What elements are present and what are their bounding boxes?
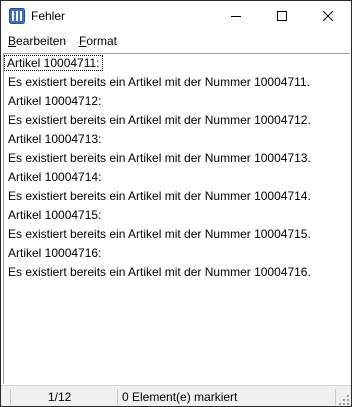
list-item[interactable]: Es existiert bereits ein Artikel mit der… bbox=[8, 265, 311, 279]
resize-grip-icon[interactable] bbox=[338, 394, 350, 406]
list-item[interactable]: Artikel 10004716: bbox=[8, 246, 101, 260]
menu-format-label: ormat bbox=[86, 34, 118, 48]
title-bar[interactable]: Fehler bbox=[1, 1, 351, 31]
list-item[interactable]: Artikel 10004714: bbox=[8, 170, 101, 184]
status-separator bbox=[117, 389, 118, 405]
status-selection: 0 Element(e) markiert bbox=[122, 390, 238, 404]
status-separator bbox=[10, 389, 11, 405]
close-button[interactable] bbox=[305, 1, 351, 31]
minimize-button[interactable] bbox=[213, 1, 259, 31]
list-item[interactable]: Artikel 10004712: bbox=[8, 94, 101, 108]
list-item[interactable]: Artikel 10004713: bbox=[8, 132, 101, 146]
menu-bar: Bearbeiten Format bbox=[1, 31, 351, 51]
menu-edit-label: earbeiten bbox=[16, 34, 67, 48]
menu-format[interactable]: Format bbox=[79, 34, 117, 48]
status-separator bbox=[335, 389, 336, 405]
menu-edit[interactable]: Bearbeiten bbox=[8, 34, 66, 48]
app-window: Fehler Bearbeiten Format Artikel 1000471… bbox=[0, 0, 352, 407]
list-item[interactable]: Es existiert bereits ein Artikel mit der… bbox=[8, 75, 310, 89]
menu-edit-accelerator: B bbox=[8, 34, 17, 48]
close-icon bbox=[323, 11, 333, 21]
window-title: Fehler bbox=[31, 9, 66, 23]
maximize-button[interactable] bbox=[259, 1, 305, 31]
list-item[interactable]: Artikel 10004711: bbox=[4, 55, 103, 71]
list-item[interactable]: Es existiert bereits ein Artikel mit der… bbox=[8, 113, 311, 127]
message-list[interactable]: Artikel 10004711: Es existiert bereits e… bbox=[3, 53, 350, 384]
status-position: 1/12 bbox=[48, 390, 72, 404]
list-item[interactable]: Es existiert bereits ein Artikel mit der… bbox=[8, 151, 311, 165]
list-item[interactable]: Es existiert bereits ein Artikel mit der… bbox=[8, 189, 311, 203]
maximize-icon bbox=[277, 11, 287, 21]
list-item[interactable]: Es existiert bereits ein Artikel mit der… bbox=[8, 227, 311, 241]
status-bar: 1/12 0 Element(e) markiert bbox=[1, 385, 351, 406]
minimize-icon bbox=[231, 16, 241, 17]
app-icon[interactable] bbox=[9, 8, 25, 24]
list-item[interactable]: Artikel 10004715: bbox=[8, 208, 101, 222]
